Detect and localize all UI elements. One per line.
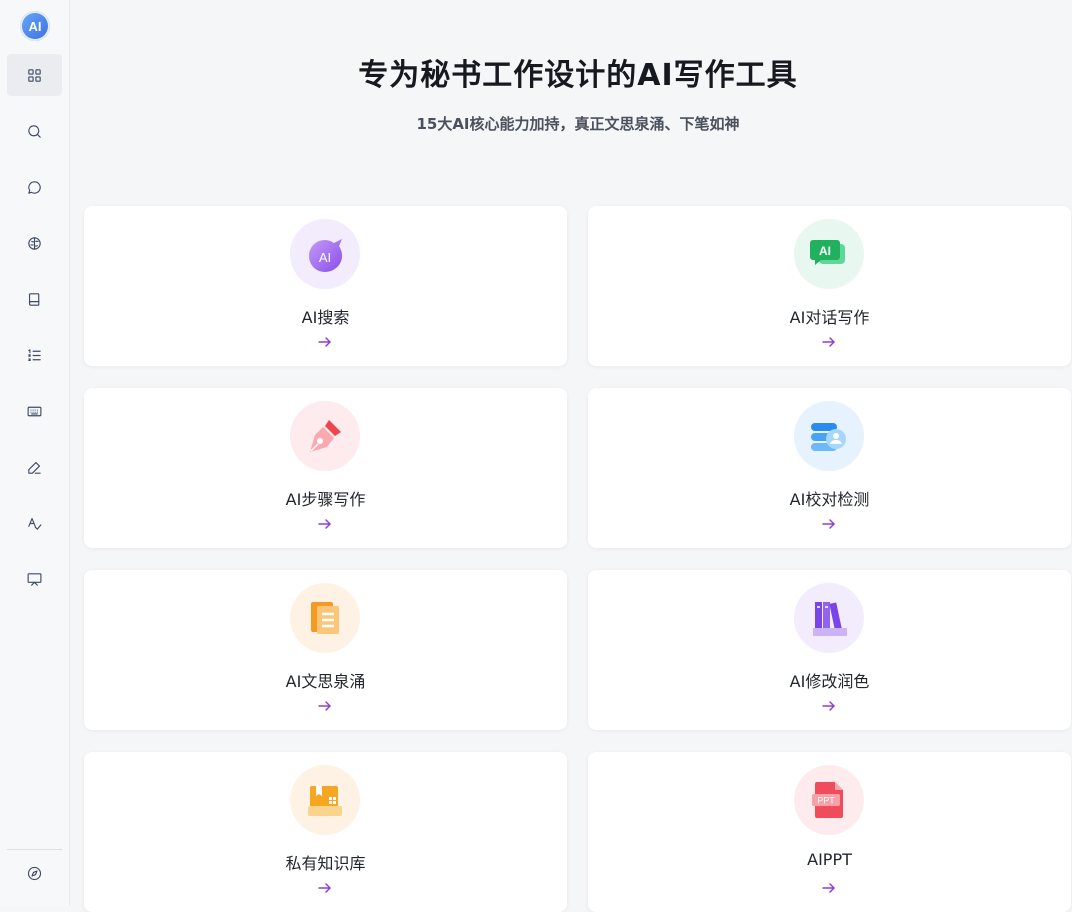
card-icon-bg [794,583,864,653]
list-icon [28,348,41,361]
pen-nib-icon [310,420,341,452]
spellcheck-icon [28,517,42,530]
arrow-right-icon[interactable] [317,698,333,714]
card-ai-search[interactable]: AI AI搜索 [84,206,567,366]
card-private-knowledge-base[interactable]: 私有知识库 [84,752,567,912]
compass-icon [27,866,42,880]
svg-text:AI: AI [819,244,831,258]
card-label: AIPPT [807,850,852,869]
card-ai-inspiration[interactable]: AI文思泉涌 [84,570,567,730]
search-icon [28,124,41,138]
svg-text:PPT: PPT [817,796,835,806]
sidebar-item-keyboard[interactable] [7,390,62,432]
keyboard-icon [27,406,42,416]
grid-icon [28,68,41,82]
pen-icon [28,461,41,474]
svg-text:AI: AI [319,250,331,265]
page-title: 专为秘书工作设计的AI写作工具 [358,58,798,93]
sidebar: AI [0,0,70,906]
proofread-icon [811,423,846,451]
sidebar-item-home[interactable] [7,54,62,96]
book-icon [28,292,40,306]
card-ai-proofread[interactable]: AI校对检测 [588,388,1071,548]
card-ai-chat-writing[interactable]: AI AI对话写作 [588,206,1071,366]
page-subtitle: 15大AI核心能力加持，真正文思泉涌、下笔如神 [416,115,740,133]
card-label: AI修改润色 [789,672,870,691]
sidebar-item-write[interactable] [7,446,62,488]
knowledge-box-icon [308,786,342,816]
arrow-right-icon[interactable] [317,880,333,896]
sidebar-item-presentation[interactable] [7,558,62,600]
arrow-right-icon[interactable] [317,516,333,532]
card-ai-polish[interactable]: AI修改润色 [588,570,1071,730]
sidebar-item-brain[interactable] [7,222,62,264]
ppt-icon: PPT [812,782,843,818]
card-label: AI文思泉涌 [285,672,366,691]
ai-chat-icon: AI [810,240,845,265]
card-icon-bg [290,401,360,471]
card-icon-bg [290,765,360,835]
arrow-right-icon[interactable] [821,516,837,532]
card-aippt[interactable]: PPT AIPPT [588,752,1071,912]
arrow-right-icon[interactable] [317,334,333,350]
sidebar-divider [7,849,62,850]
logo-text: AI [28,18,42,34]
books-icon [813,602,847,636]
card-icon-bg [290,583,360,653]
card-ai-step-writing[interactable]: AI步骤写作 [84,388,567,548]
card-label: AI搜索 [301,308,350,327]
sidebar-item-search[interactable] [7,110,62,152]
app-logo[interactable]: AI [20,11,50,41]
ai-search-icon: AI [309,239,342,272]
arrow-right-icon[interactable] [821,334,837,350]
card-icon-bg: AI [794,219,864,289]
card-icon-bg [794,401,864,471]
sidebar-item-explore[interactable] [7,852,62,894]
chat-bubble-icon [28,180,41,194]
arrow-right-icon[interactable] [821,880,837,896]
card-label: AI对话写作 [789,308,870,327]
presentation-icon [27,572,42,586]
brain-icon [28,236,41,250]
sidebar-item-list[interactable] [7,334,62,376]
document-icon [311,602,339,634]
sidebar-item-chat[interactable] [7,166,62,208]
card-label: AI步骤写作 [285,490,366,509]
sidebar-item-book[interactable] [7,278,62,320]
card-label: AI校对检测 [789,490,870,509]
arrow-right-icon[interactable] [821,698,837,714]
main-content: 专为秘书工作设计的AI写作工具 15大AI核心能力加持，真正文思泉涌、下笔如神 … [70,0,1072,912]
card-icon-bg: AI [290,219,360,289]
card-label: 私有知识库 [285,854,366,873]
sidebar-item-spellcheck[interactable] [7,502,62,544]
card-icon-bg: PPT [794,765,864,835]
